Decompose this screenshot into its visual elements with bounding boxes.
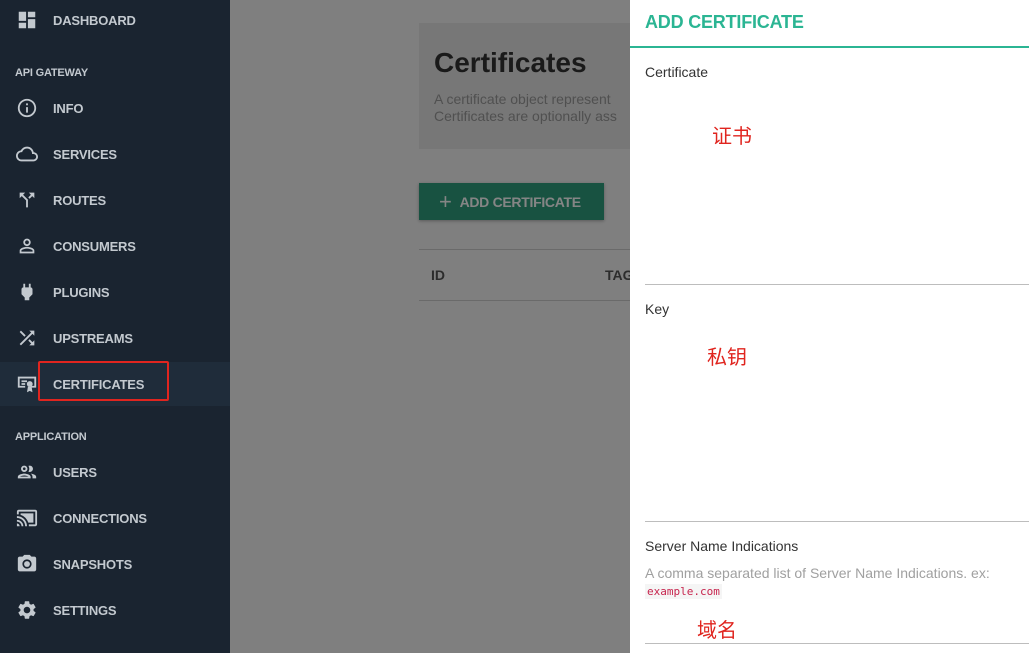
person-icon: [15, 234, 39, 258]
panel-title-divider: [630, 46, 1029, 48]
sni-example-code: example.com: [645, 584, 722, 599]
key-label: Key: [645, 301, 670, 317]
certificate-label: Certificate: [645, 64, 709, 80]
sidebar-item-certificates[interactable]: CERTIFICATES: [0, 362, 230, 406]
sidebar-item-dashboard[interactable]: DASHBOARD: [0, 0, 230, 42]
info-icon: [15, 96, 39, 120]
sidebar-item-label: CONSUMERS: [53, 238, 136, 254]
sidebar-item-label: SERVICES: [53, 146, 117, 162]
sidebar-item-connections[interactable]: CONNECTIONS: [0, 496, 230, 540]
certificate-annotation: 证书: [712, 124, 752, 148]
sni-annotation: 域名: [697, 618, 737, 642]
users-icon: [15, 460, 39, 484]
key-annotation: 私钥: [707, 345, 747, 369]
panel-title: ADD CERTIFICATE: [645, 12, 804, 32]
cloud-icon: [15, 142, 39, 166]
cast-icon: [15, 506, 39, 530]
sni-label: Server Name Indications: [645, 538, 799, 554]
sidebar-item-label: INFO: [53, 100, 84, 116]
sidebar-item-label: ROUTES: [53, 192, 106, 208]
sidebar-item-upstreams[interactable]: UPSTREAMS: [0, 316, 230, 360]
sidebar-item-info[interactable]: INFO: [0, 86, 230, 130]
sidebar-item-routes[interactable]: ROUTES: [0, 178, 230, 222]
sidebar-item-plugins[interactable]: PLUGINS: [0, 270, 230, 314]
camera-icon: [15, 552, 39, 576]
sidebar-item-label: DASHBOARD: [53, 12, 136, 28]
sidebar-item-services[interactable]: SERVICES: [0, 132, 230, 176]
sidebar-item-users[interactable]: USERS: [0, 450, 230, 494]
sidebar: DASHBOARD API GATEWAY INFO SERVICES ROUT…: [0, 0, 230, 653]
sidebar-item-settings[interactable]: SETTINGS: [0, 588, 230, 632]
certificate-textarea[interactable]: [645, 86, 1029, 285]
key-textarea[interactable]: [645, 323, 1029, 522]
sidebar-item-snapshots[interactable]: SNAPSHOTS: [0, 542, 230, 586]
add-certificate-panel: ADD CERTIFICATE Certificate 证书 Key 私钥 Se…: [630, 0, 1029, 653]
sidebar-item-label: SETTINGS: [53, 602, 117, 618]
plug-icon: [15, 280, 39, 304]
sni-input[interactable]: [645, 643, 1029, 644]
section-api-gateway: API GATEWAY: [15, 67, 88, 79]
sidebar-item-label: SNAPSHOTS: [53, 556, 133, 572]
sidebar-item-label: UPSTREAMS: [53, 330, 133, 346]
sni-help-text: A comma separated list of Server Name In…: [645, 565, 990, 581]
sidebar-item-label: PLUGINS: [53, 284, 110, 300]
modal-backdrop[interactable]: [230, 0, 630, 653]
sidebar-item-label: USERS: [53, 464, 97, 480]
shuffle-icon: [15, 326, 39, 350]
section-application: APPLICATION: [15, 431, 87, 443]
sidebar-item-label: CONNECTIONS: [53, 510, 147, 526]
dashboard-icon: [15, 8, 39, 32]
certificate-icon: [15, 372, 39, 396]
gear-icon: [15, 598, 39, 622]
routes-icon: [15, 188, 39, 212]
sidebar-item-label: CERTIFICATES: [53, 376, 145, 392]
sidebar-item-consumers[interactable]: CONSUMERS: [0, 224, 230, 268]
